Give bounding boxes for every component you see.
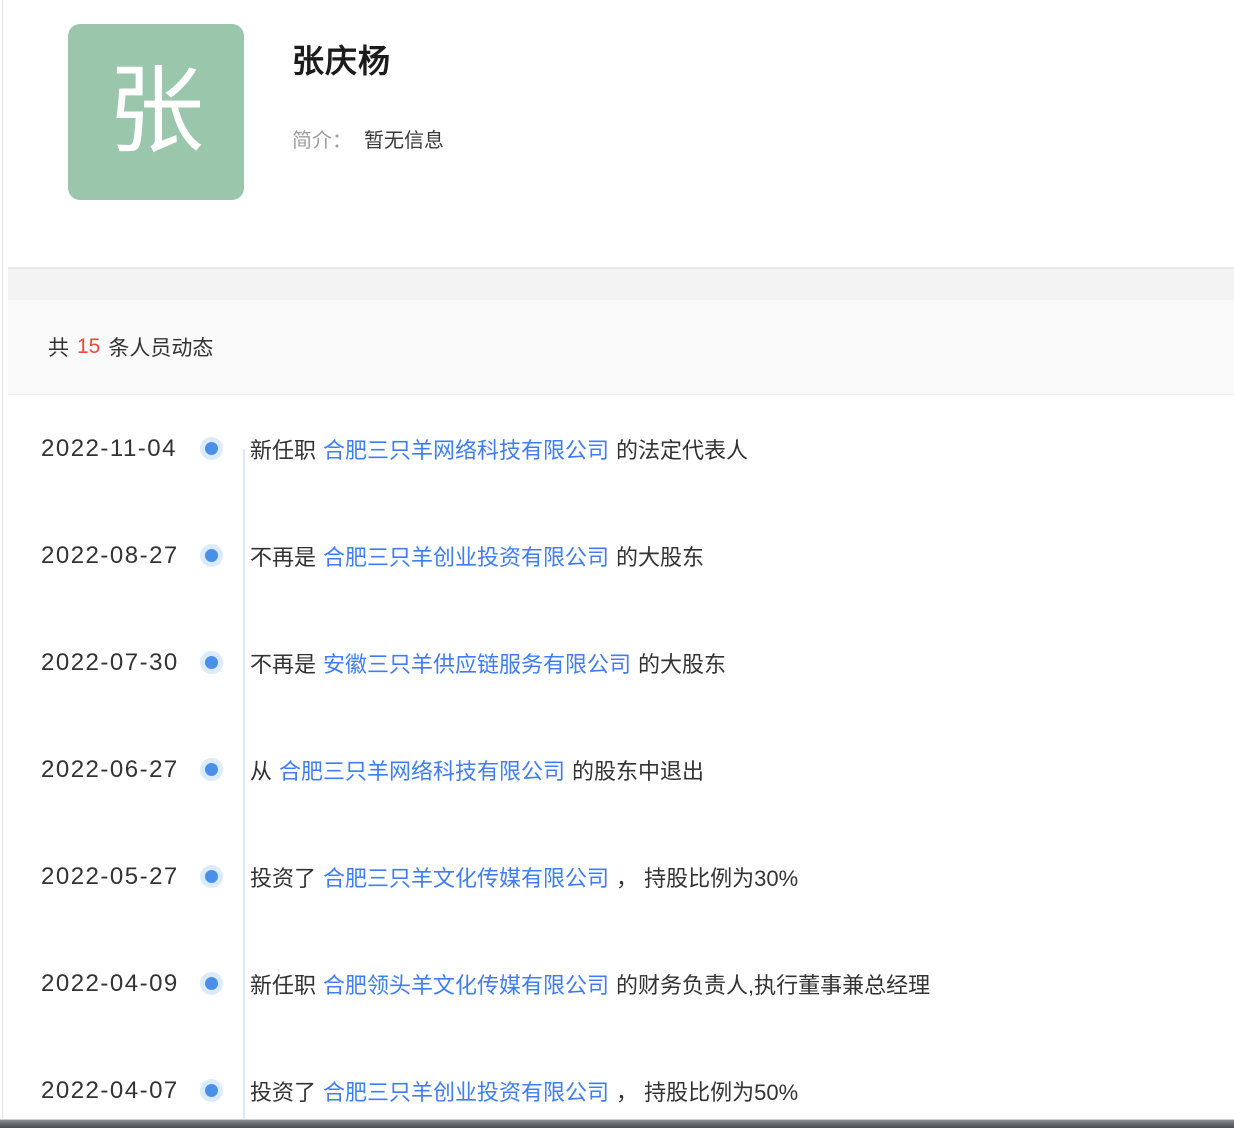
event-detail: 的股东中退出 — [572, 758, 705, 784]
dot-column — [182, 442, 240, 455]
intro-value: 暂无信息 — [364, 130, 444, 152]
timeline-dot-icon — [204, 763, 218, 776]
profile-header-card: 张 张庆杨 简介： 暂无信息 — [8, 0, 1234, 268]
timeline-row: 2022-04-09 新任职 合肥领头羊文化传媒有限公司 的财务负责人,执行董事兼总… — [8, 930, 1234, 1037]
event-date: 2022-04-07 — [41, 1076, 179, 1104]
event-detail: ， 持股比例为30% — [616, 865, 799, 891]
bottom-window-edge — [0, 1119, 1234, 1128]
timeline-row: 2022-11-04 新任职 合肥三只羊网络科技有限公司 的法定代表人 — [8, 395, 1234, 502]
event-action: 投资了 — [250, 865, 317, 891]
dot-column — [182, 1084, 240, 1097]
event-action: 从 — [250, 758, 273, 784]
timeline-dot-icon — [204, 977, 218, 990]
event-date: 2022-07-30 — [41, 648, 179, 676]
event-detail: ， 持股比例为50% — [616, 1079, 799, 1105]
company-link[interactable]: 合肥领头羊文化传媒有限公司 — [323, 973, 609, 998]
event-action: 不再是 — [250, 544, 317, 570]
event-detail: 的财务负责人,执行董事兼总经理 — [616, 972, 931, 998]
company-link[interactable]: 合肥三只羊创业投资有限公司 — [323, 545, 609, 570]
event-action: 新任职 — [250, 972, 317, 998]
intro-row: 简介： 暂无信息 — [292, 124, 444, 153]
timeline-row: 2022-05-27 投资了 合肥三只羊文化传媒有限公司 ， 持股比例为30% — [8, 823, 1234, 930]
profile-info: 张庆杨 简介： 暂无信息 — [292, 36, 444, 153]
count-suffix: 条人员动态 — [108, 337, 214, 360]
dynamics-card: 共 15 条人员动态 2022-11-04 新任职 合肥三只羊网络科技有限公司 的法… — [8, 300, 1234, 1128]
event-detail: 的法定代表人 — [616, 437, 749, 463]
event-date: 2022-05-27 — [41, 862, 179, 890]
timeline-row: 2022-07-30 不再是 安徽三只羊供应链服务有限公司 的大股东 — [8, 609, 1234, 716]
count-number: 15 — [77, 335, 101, 358]
event-text: 投资了 合肥三只羊文化传媒有限公司 ， 持股比例为30% — [250, 861, 798, 893]
timeline-row: 2022-06-27 从合肥三只羊网络科技有限公司 的股东中退出 — [8, 716, 1234, 823]
event-text: 从合肥三只羊网络科技有限公司 的股东中退出 — [250, 754, 704, 786]
company-link[interactable]: 合肥三只羊文化传媒有限公司 — [323, 866, 609, 891]
count-prefix: 共 — [48, 337, 69, 360]
avatar: 张 — [68, 24, 244, 200]
event-date: 2022-06-27 — [41, 755, 179, 783]
person-name: 张庆杨 — [292, 43, 392, 79]
event-text: 新任职 合肥领头羊文化传媒有限公司 的财务负责人,执行董事兼总经理 — [250, 968, 930, 1000]
timeline-dot-icon — [204, 442, 218, 455]
event-date: 2022-08-27 — [41, 541, 179, 569]
dot-column — [182, 870, 240, 883]
dot-column — [182, 763, 240, 776]
timeline-dot-icon — [204, 656, 218, 669]
event-text: 投资了 合肥三只羊创业投资有限公司 ， 持股比例为50% — [250, 1075, 798, 1107]
event-text: 不再是 安徽三只羊供应链服务有限公司 的大股东 — [250, 647, 726, 679]
dot-column — [182, 549, 240, 562]
intro-label: 简介： — [292, 130, 352, 152]
dot-column — [182, 656, 240, 669]
timeline-dot-icon — [204, 549, 218, 562]
event-detail: 的大股东 — [638, 651, 727, 677]
page: 张 张庆杨 简介： 暂无信息 共 15 条人员动态 2022-11-04 新任职合… — [0, 0, 1234, 1128]
dynamics-count-header: 共 15 条人员动态 — [8, 300, 1234, 395]
event-action: 投资了 — [250, 1079, 317, 1105]
company-link[interactable]: 合肥三只羊网络科技有限公司 — [279, 759, 565, 784]
event-date: 2022-11-04 — [41, 434, 177, 462]
timeline-dot-icon — [204, 870, 218, 883]
event-action: 新任职 — [250, 437, 317, 463]
dot-column — [182, 977, 240, 990]
timeline-line — [243, 449, 245, 1128]
event-date: 2022-04-09 — [41, 969, 179, 997]
company-link[interactable]: 安徽三只羊供应链服务有限公司 — [323, 652, 631, 677]
event-text: 不再是 合肥三只羊创业投资有限公司 的大股东 — [250, 540, 704, 572]
event-action: 不再是 — [250, 651, 317, 677]
timeline-list: 2022-11-04 新任职 合肥三只羊网络科技有限公司 的法定代表人 2022-0… — [8, 395, 1234, 1128]
timeline-dot-icon — [204, 1084, 218, 1097]
company-link[interactable]: 合肥三只羊创业投资有限公司 — [323, 1080, 609, 1105]
timeline-row: 2022-08-27 不再是 合肥三只羊创业投资有限公司 的大股东 — [8, 502, 1234, 609]
event-text: 新任职 合肥三只羊网络科技有限公司 的法定代表人 — [250, 433, 748, 465]
timeline: 2022-11-04 新任职 合肥三只羊网络科技有限公司 的法定代表人 2022-0… — [8, 395, 1234, 1128]
company-link[interactable]: 合肥三只羊网络科技有限公司 — [323, 438, 609, 463]
page-left-border — [2, 0, 3, 1119]
event-detail: 的大股东 — [616, 544, 705, 570]
timeline-row: 2022-04-07 投资了 合肥三只羊创业投资有限公司 ， 持股比例为50% — [8, 1037, 1234, 1128]
card-gap — [8, 268, 1234, 300]
